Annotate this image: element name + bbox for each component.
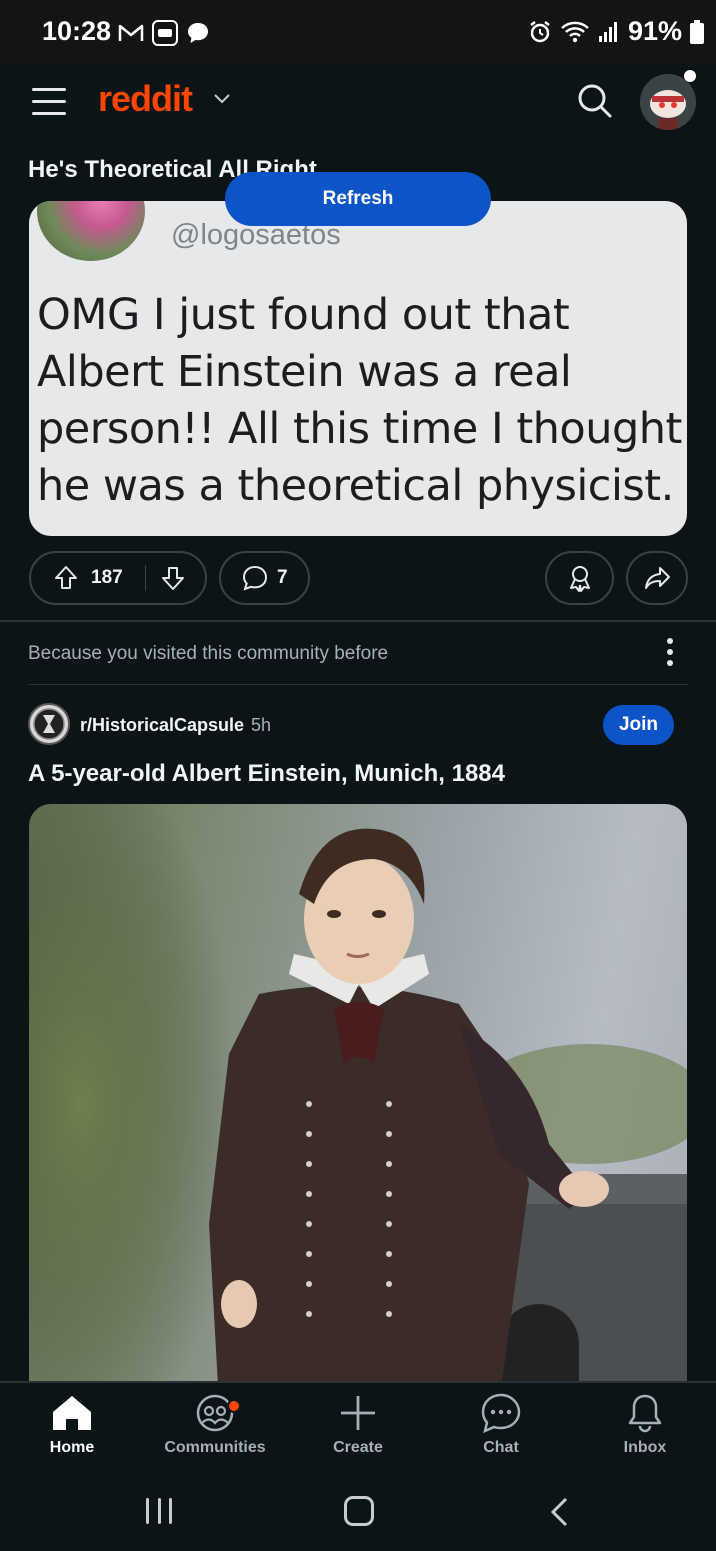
system-navigation [0,1476,716,1551]
comment-count: 7 [277,567,288,588]
plus-icon [341,1396,375,1430]
subreddit-name[interactable]: r/HistoricalCapsule [80,715,244,736]
message-bubble-icon [188,23,208,43]
bottom-navigation: Home Communities Create Chat Inbox [0,1381,716,1476]
nav-label: Home [49,1439,95,1456]
menu-button[interactable] [32,88,66,116]
share-button[interactable] [626,551,688,605]
award-button[interactable] [545,551,614,605]
downvote-icon[interactable] [158,563,188,593]
child-portrait-image [29,804,687,1404]
vote-count: 187 [91,567,123,588]
nav-inbox[interactable]: Inbox [585,1393,705,1457]
back-icon[interactable] [548,1496,572,1528]
ring-app-icon [152,20,178,46]
refresh-button[interactable]: Refresh [225,172,491,226]
feed-reason: Because you visited this community befor… [28,643,389,664]
search-icon[interactable] [574,80,614,120]
nav-label: Inbox [623,1439,667,1456]
join-button[interactable]: Join [603,705,674,745]
tweet-text: OMG I just found out that Albert Einstei… [37,290,682,511]
post-image-tweet[interactable]: @logosaetos OMG I just found out that Al… [29,201,687,536]
notification-dot [227,1399,241,1413]
reddit-logo[interactable]: reddit [98,78,193,120]
nav-home[interactable]: Home [12,1393,132,1457]
recents-button[interactable] [146,1498,172,1524]
notification-dot [684,70,696,82]
post-title[interactable]: A 5-year-old Albert Einstein, Munich, 18… [28,760,505,788]
nav-chat[interactable]: Chat [441,1393,561,1457]
share-icon [645,567,670,589]
upvote-icon[interactable] [51,563,81,593]
chevron-down-icon[interactable] [212,92,232,106]
home-icon [53,1396,91,1430]
status-bar: 10:28 91% [0,0,716,64]
comments-button[interactable]: 7 [219,551,310,605]
user-avatar[interactable] [640,74,696,130]
battery-icon [690,19,704,44]
hourglass-icon [33,708,65,740]
post-age: 5h [251,715,272,735]
section-divider [28,684,688,685]
snoo-avatar-icon [640,74,696,130]
post-divider [0,620,716,622]
comment-icon [242,565,268,591]
nav-label: Create [333,1439,383,1456]
vote-bar: 187 [29,551,207,605]
more-options-icon[interactable] [664,638,676,670]
battery-level: 91% [627,16,682,46]
home-button[interactable] [344,1496,374,1526]
subreddit-icon[interactable] [28,703,70,745]
gmail-icon [118,24,144,41]
app-header: reddit [0,64,716,142]
status-time: 10:28 [42,16,112,46]
wifi-icon [561,21,589,42]
nav-label: Chat [483,1439,519,1456]
post-photo[interactable] [29,804,687,1404]
nav-label: Communities [164,1439,266,1456]
tweet-author-avatar [37,201,145,261]
alarm-icon [530,20,550,42]
nav-communities[interactable]: Communities [155,1393,275,1457]
signal-icon [598,21,617,42]
nav-create[interactable]: Create [298,1393,418,1457]
bell-icon [628,1394,662,1433]
award-icon [569,566,590,592]
chat-icon [481,1393,521,1433]
